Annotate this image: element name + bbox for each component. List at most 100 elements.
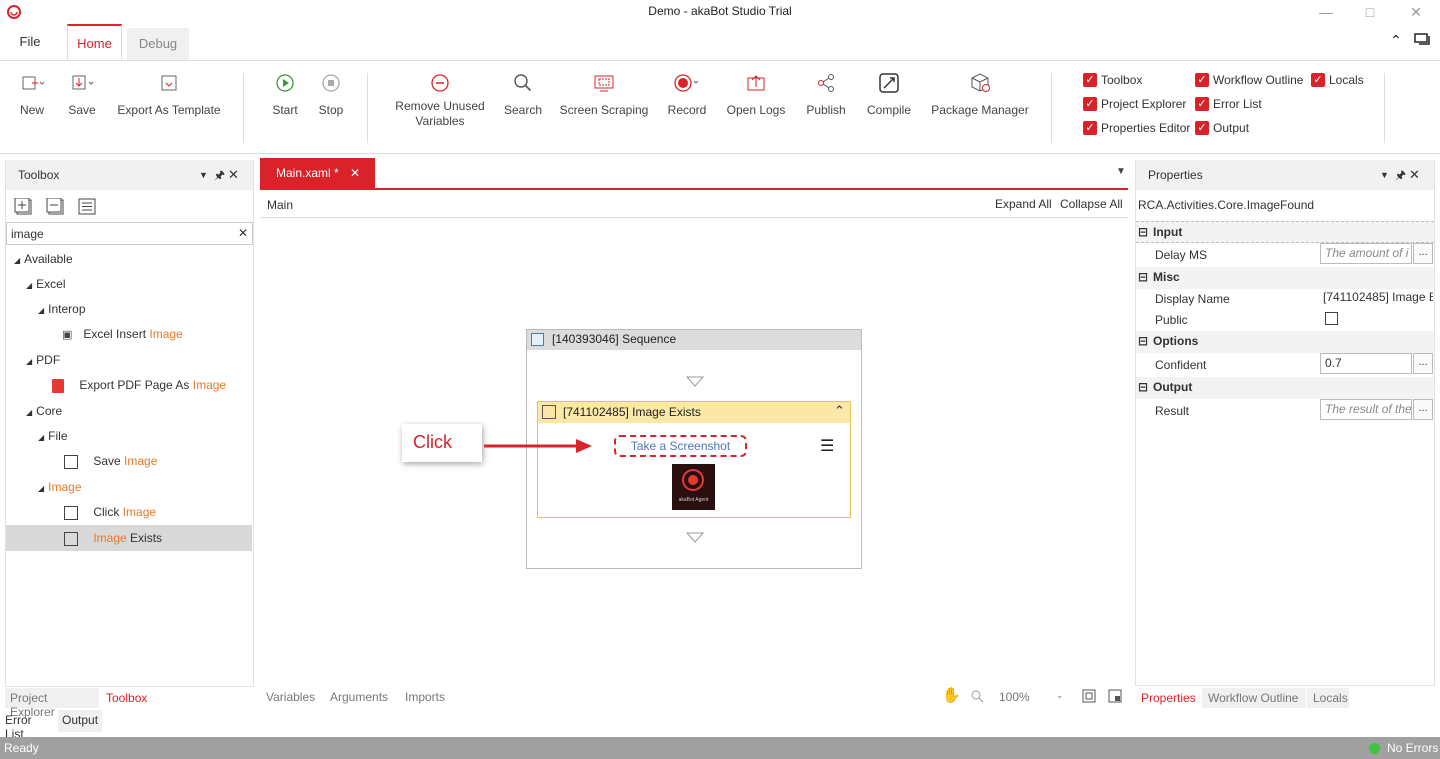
close-window-icon[interactable]: ✕ [1406, 2, 1426, 22]
category-input[interactable]: ⊟ Input [1136, 221, 1434, 243]
tree-image-group[interactable]: ◢ Image [38, 480, 82, 494]
activity-header[interactable]: [741102485] Image Exists ⌃ [538, 402, 850, 423]
dropdown-icon[interactable]: ▼ [1380, 160, 1389, 190]
category-output[interactable]: ⊟ Output [1136, 377, 1434, 399]
overview-icon[interactable] [1108, 689, 1122, 703]
expand-all-link[interactable]: Expand All [995, 197, 1052, 211]
tab-properties[interactable]: Properties [1136, 688, 1200, 708]
pin-icon[interactable]: 🖈 [1395, 160, 1406, 190]
minimize-icon[interactable]: — [1316, 2, 1336, 22]
list-view-icon[interactable] [78, 198, 98, 216]
record-button[interactable]: Record [664, 71, 710, 118]
tab-debug[interactable]: Debug [127, 28, 189, 60]
export-template-button[interactable]: Export As Template [114, 71, 224, 118]
tab-list-dropdown-icon[interactable]: ▼ [1116, 166, 1126, 177]
take-screenshot-link[interactable]: Take a Screenshot [614, 435, 747, 457]
tab-workflow-outline[interactable]: Workflow Outline [1202, 688, 1306, 708]
tree-excel-insert-image[interactable]: ▣ Excel Insert Image [62, 327, 183, 341]
close-tab-icon[interactable]: ✕ [350, 166, 360, 180]
fit-to-screen-icon[interactable] [1082, 689, 1096, 703]
drop-zone-icon[interactable] [686, 532, 704, 544]
toggle-workflow-outline[interactable]: ✓ Workflow Outline [1195, 73, 1303, 87]
collapse-all-link[interactable]: Collapse All [1060, 197, 1123, 211]
tree-save-image[interactable]: Save Image [64, 454, 157, 469]
tree-core[interactable]: ◢ Core [26, 404, 62, 418]
toggle-toolbox[interactable]: ✓ Toolbox [1083, 73, 1142, 87]
save-button[interactable]: Save [64, 71, 100, 118]
category-misc[interactable]: ⊟ Misc [1136, 267, 1434, 289]
arguments-tab[interactable]: Arguments [330, 690, 388, 704]
tab-main-xaml[interactable]: Main.xaml * ✕ [260, 158, 375, 188]
dropdown-icon[interactable]: ▼ [199, 160, 208, 190]
tree-available[interactable]: ◢ Available [14, 252, 73, 266]
toggle-project-explorer[interactable]: ✓ Project Explorer [1083, 97, 1186, 111]
clear-search-icon[interactable]: ✕ [238, 226, 248, 240]
breadcrumb[interactable]: Main [267, 198, 293, 212]
tab-error-list[interactable]: Error List [0, 710, 56, 741]
menu-icon[interactable]: ☰ [820, 439, 834, 455]
new-button[interactable]: New [14, 71, 50, 118]
tree-file[interactable]: ◢ File [38, 429, 68, 443]
expand-all-icon[interactable] [14, 198, 34, 216]
tree-click-image[interactable]: Click Image [64, 505, 156, 520]
tab-file[interactable]: File [0, 24, 60, 60]
display-name-value[interactable]: [741102485] Image E [1323, 290, 1433, 304]
drop-zone-icon[interactable] [686, 376, 704, 388]
tab-output[interactable]: Output [58, 710, 102, 732]
tree-interop[interactable]: ◢ Interop [38, 302, 86, 316]
zoom-level[interactable]: 100% [999, 690, 1030, 704]
toggle-locals[interactable]: ✓ Locals [1311, 73, 1364, 87]
delay-ms-ellipsis-button[interactable]: ... [1413, 243, 1433, 264]
collapse-ribbon-icon[interactable]: ⌃ [1390, 32, 1402, 49]
result-ellipsis-button[interactable]: ... [1413, 399, 1433, 420]
package-manager-button[interactable]: Package Manager [930, 71, 1030, 118]
tree-pdf[interactable]: ◢ PDF [26, 353, 60, 367]
collapse-category-icon[interactable]: ⊟ [1138, 225, 1148, 239]
variables-tab[interactable]: Variables [266, 690, 315, 704]
compile-button[interactable]: Compile [864, 71, 914, 118]
toggle-error-list[interactable]: ✓ Error List [1195, 97, 1262, 111]
sequence-header[interactable]: [140393046] Sequence [527, 330, 861, 350]
save-icon [64, 71, 100, 95]
collapse-all-icon[interactable] [46, 198, 66, 216]
tab-project-explorer[interactable]: Project Explorer [5, 688, 99, 719]
collapse-category-icon[interactable]: ⊟ [1138, 380, 1148, 394]
checkbox-checked-icon: ✓ [1195, 73, 1209, 87]
confident-ellipsis-button[interactable]: ... [1413, 353, 1433, 374]
screen-scraping-button[interactable]: Screen Scraping [558, 71, 650, 118]
remove-unused-variables-button[interactable]: Remove Unused Variables [390, 71, 490, 129]
screenshot-thumbnail: akaBot Agent [672, 464, 715, 510]
collapse-category-icon[interactable]: ⊟ [1138, 334, 1148, 348]
delay-ms-input[interactable]: The amount of i [1320, 243, 1412, 264]
close-icon[interactable]: ✕ [1409, 160, 1420, 190]
imports-tab[interactable]: Imports [405, 690, 445, 704]
zoom-dropdown-icon[interactable]: ⌄ [1056, 690, 1064, 701]
chat-icon[interactable] [1414, 32, 1432, 48]
hand-pan-icon[interactable]: ✋ [942, 686, 961, 704]
publish-button[interactable]: Publish [804, 71, 848, 118]
category-options[interactable]: ⊟ Options [1136, 331, 1434, 353]
tab-locals[interactable]: Locals [1307, 688, 1349, 708]
start-button[interactable]: Start [266, 71, 304, 118]
close-icon[interactable]: ✕ [228, 160, 239, 190]
tree-export-pdf-image[interactable]: Export PDF Page As Image [52, 378, 226, 393]
public-checkbox[interactable] [1325, 312, 1338, 325]
toggle-output[interactable]: ✓ Output [1195, 121, 1249, 135]
zoom-icon[interactable] [970, 689, 984, 703]
tree-image-exists[interactable]: Image Exists [64, 531, 162, 546]
stop-button[interactable]: Stop [314, 71, 348, 118]
open-logs-button[interactable]: Open Logs [724, 71, 788, 118]
confident-input[interactable]: 0.7 [1320, 353, 1412, 374]
collapse-category-icon[interactable]: ⊟ [1138, 270, 1148, 284]
toolbox-search-input[interactable]: image ✕ [6, 222, 253, 245]
search-button[interactable]: Search [502, 71, 544, 118]
tree-excel[interactable]: ◢ Excel [26, 277, 66, 291]
collapse-activity-icon[interactable]: ⌃ [834, 403, 845, 419]
tab-toolbox[interactable]: Toolbox [100, 688, 160, 708]
tab-home[interactable]: Home [67, 24, 122, 61]
maximize-icon[interactable]: □ [1360, 2, 1380, 22]
result-input[interactable]: The result of the [1320, 399, 1412, 420]
checkbox-checked-icon: ✓ [1083, 73, 1097, 87]
toggle-properties-editor[interactable]: ✓ Properties Editor [1083, 121, 1190, 135]
pin-icon[interactable]: 🖈 [214, 160, 225, 190]
